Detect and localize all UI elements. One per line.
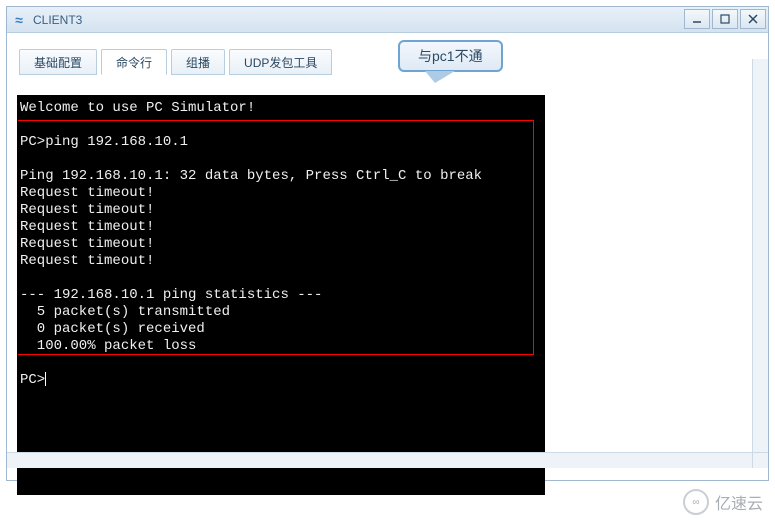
tab-basic-config[interactable]: 基础配置 bbox=[19, 49, 97, 75]
terminal[interactable]: Welcome to use PC Simulator! PC>ping 192… bbox=[17, 95, 545, 495]
tab-cli[interactable]: 命令行 bbox=[101, 49, 167, 75]
titlebar[interactable]: ≈ CLIENT3 bbox=[7, 7, 768, 33]
app-window: ≈ CLIENT3 基础配置 命令行 组播 UDP发包工具 Welcome to… bbox=[6, 6, 769, 481]
terminal-line: Request timeout! bbox=[20, 236, 154, 252]
tab-udp-tool[interactable]: UDP发包工具 bbox=[229, 49, 332, 75]
terminal-line: --- 192.168.10.1 ping statistics --- bbox=[20, 287, 322, 303]
terminal-line: Request timeout! bbox=[20, 185, 154, 201]
terminal-line: PC>ping 192.168.10.1 bbox=[20, 134, 188, 150]
terminal-line: Request timeout! bbox=[20, 202, 154, 218]
watermark-icon: ∞ bbox=[683, 489, 709, 515]
terminal-line: Ping 192.168.10.1: 32 data bytes, Press … bbox=[20, 168, 482, 184]
terminal-prompt: PC> bbox=[20, 372, 45, 388]
terminal-line: 5 packet(s) transmitted bbox=[20, 304, 230, 320]
client-area: 基础配置 命令行 组播 UDP发包工具 Welcome to use PC Si… bbox=[7, 33, 768, 480]
terminal-line: Request timeout! bbox=[20, 219, 154, 235]
watermark: ∞ 亿速云 bbox=[683, 489, 763, 515]
window-controls bbox=[682, 9, 766, 29]
tab-multicast[interactable]: 组播 bbox=[171, 49, 225, 75]
terminal-line: Request timeout! bbox=[20, 253, 154, 269]
terminal-line: 100.00% packet loss bbox=[20, 338, 196, 354]
cursor-icon bbox=[45, 372, 46, 386]
watermark-text: 亿速云 bbox=[715, 490, 763, 514]
scrollbar-corner bbox=[752, 452, 768, 468]
terminal-line: Welcome to use PC Simulator! bbox=[20, 100, 255, 116]
vertical-scrollbar[interactable] bbox=[752, 59, 768, 452]
tab-bar: 基础配置 命令行 组播 UDP发包工具 bbox=[7, 33, 768, 75]
close-button[interactable] bbox=[740, 9, 766, 29]
maximize-button[interactable] bbox=[712, 9, 738, 29]
horizontal-scrollbar[interactable] bbox=[7, 452, 752, 468]
window-title: CLIENT3 bbox=[33, 13, 82, 27]
app-icon: ≈ bbox=[11, 12, 27, 28]
minimize-button[interactable] bbox=[684, 9, 710, 29]
terminal-line: 0 packet(s) received bbox=[20, 321, 205, 337]
